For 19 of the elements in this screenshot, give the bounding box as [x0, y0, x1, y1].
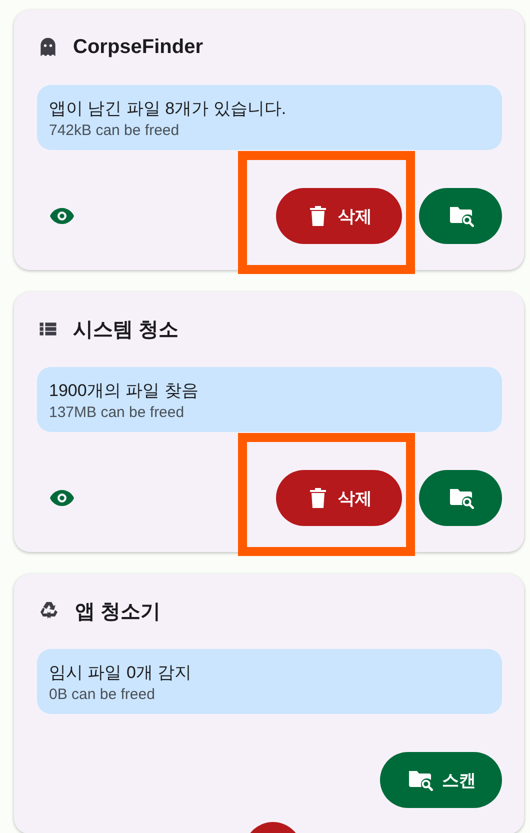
result-message: 임시 파일 0개 감지: [49, 662, 193, 684]
folder-search-icon: [448, 487, 474, 509]
card-title: 앱 청소기: [75, 600, 161, 624]
result-message: 앱이 남긴 파일 8개가 있습니다.: [49, 98, 288, 120]
delete-button[interactable]: 삭제: [276, 188, 402, 244]
folder-search-icon: [408, 769, 434, 791]
card-title: CorpseFinder: [73, 36, 204, 58]
scan-button[interactable]: 스캔: [380, 752, 502, 808]
trash-icon: [310, 488, 326, 508]
freed-size: 742kB can be freed: [49, 122, 180, 139]
freed-size: 0B can be freed: [49, 686, 156, 703]
freed-size: 137MB can be freed: [49, 404, 186, 421]
eye-icon: [49, 489, 75, 507]
folder-search-icon: [448, 205, 474, 227]
card-title: 시스템 청소: [73, 318, 179, 342]
delete-button[interactable]: 삭제: [276, 470, 402, 526]
eye-icon: [49, 207, 75, 225]
result-message: 1900개의 파일 찾음: [49, 380, 200, 402]
trash-icon: [310, 206, 326, 226]
